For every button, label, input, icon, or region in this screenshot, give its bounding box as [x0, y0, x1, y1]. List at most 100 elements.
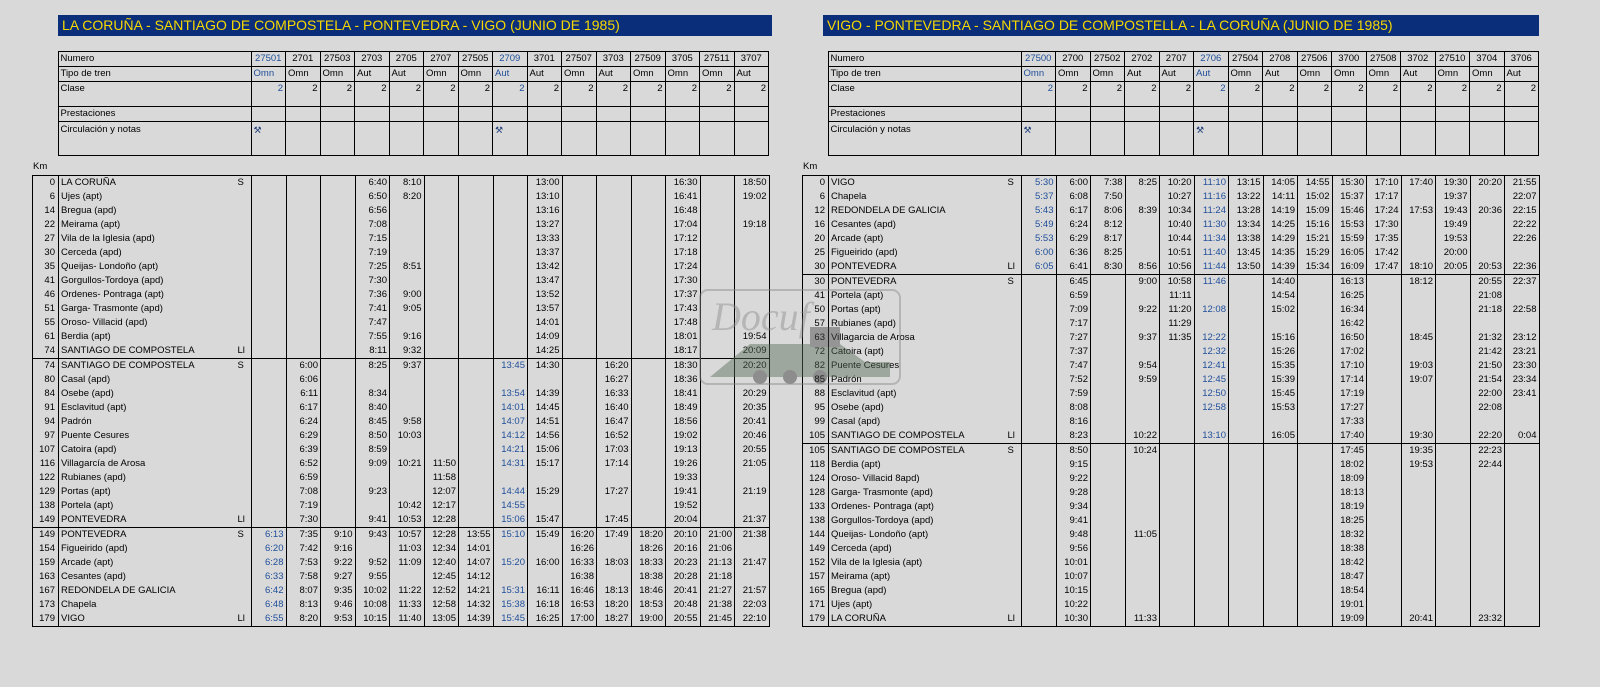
time-cell: 6:50 [354, 190, 390, 204]
empty-cell [457, 121, 494, 156]
time-cell: 17:30 [1366, 218, 1402, 232]
time-cell: 14:07 [458, 556, 494, 570]
empty-cell [1262, 106, 1298, 122]
time-cell: 16:34 [1331, 303, 1367, 317]
time-cell [1228, 486, 1264, 500]
time-cell [561, 373, 597, 387]
time-cell: 8:50 [354, 429, 390, 443]
time-cell: 7:17 [1055, 317, 1091, 331]
time-cell [630, 429, 666, 443]
time-cell [1400, 514, 1436, 528]
time-cell [1228, 472, 1264, 486]
stop-marker: S [235, 527, 252, 542]
time-cell [320, 218, 356, 232]
time-cell [1228, 303, 1264, 317]
train-type: Aut [1124, 66, 1160, 82]
time-cell [561, 443, 597, 457]
km-value: 144 [802, 528, 829, 542]
km-value: 133 [802, 500, 829, 514]
train-number: 2706 [1193, 51, 1229, 67]
time-cell [561, 499, 597, 513]
time-cell [1297, 429, 1333, 444]
time-cell [630, 274, 666, 288]
time-cell [1262, 556, 1298, 570]
station-row: 154 Figueirido (apd) 6:20 7:42 9:16 11:03 12:3… [32, 542, 770, 556]
time-cell [285, 218, 321, 232]
km-value: 25 [802, 246, 829, 260]
km-value: 85 [802, 373, 829, 387]
time-cell: 16:52 [596, 429, 632, 443]
empty-cell [630, 106, 666, 122]
time-cell: 17:04 [665, 218, 701, 232]
station-row: 16 Cesantes (apd) 5:49 6:24 8:12 10:40 11:30 13… [802, 218, 1540, 232]
stop-marker: Ll [1005, 260, 1022, 275]
time-cell [1021, 458, 1057, 472]
time-cell [1366, 500, 1402, 514]
time-cell: 21:13 [699, 556, 735, 570]
train-number: 27501 [250, 51, 287, 67]
station-name: Meirama (apt) [58, 218, 236, 232]
time-cell: 6:29 [285, 429, 321, 443]
time-cell [1159, 570, 1195, 584]
time-cell [1469, 570, 1505, 584]
time-cell: 11:40 [389, 612, 425, 627]
train-type: Aut [388, 66, 425, 82]
time-cell: 8:51 [389, 260, 425, 274]
time-cell [423, 175, 459, 190]
time-cell [320, 246, 356, 260]
time-cell [699, 330, 735, 344]
time-cell: 11:03 [389, 542, 425, 556]
time-cell [1193, 458, 1229, 472]
time-cell [423, 358, 459, 373]
tools-icon: ⚒ [250, 121, 287, 156]
time-cell [1159, 556, 1195, 570]
time-cell: 18:13 [1331, 486, 1367, 500]
time-cell: 13:05 [423, 612, 459, 627]
station-name: Portela (apt) [828, 289, 1006, 303]
time-cell: 7:37 [1055, 345, 1091, 359]
time-cell [1262, 598, 1298, 612]
time-cell [1124, 584, 1160, 598]
time-cell [1366, 303, 1402, 317]
time-cell: 14:09 [527, 330, 563, 344]
time-cell [1435, 500, 1471, 514]
time-cell: 8:12 [1090, 218, 1126, 232]
time-cell [285, 316, 321, 330]
time-cell [1021, 331, 1057, 345]
empty-cell [1331, 121, 1367, 156]
time-cell [320, 288, 356, 302]
time-cell: 16:47 [596, 415, 632, 429]
time-cell [1504, 317, 1540, 331]
station-name: VIGO [828, 175, 1006, 190]
empty-cell [1227, 121, 1264, 156]
time-cell: 17:37 [665, 288, 701, 302]
time-cell [251, 288, 287, 302]
time-cell: 20:09 [734, 344, 770, 359]
time-cell [1021, 415, 1057, 429]
empty-cell [354, 106, 390, 122]
time-cell [1124, 598, 1160, 612]
km-value: 154 [32, 542, 59, 556]
time-cell: 22:15 [1504, 204, 1540, 218]
time-cell [423, 415, 459, 429]
station-name: Portas (apt) [828, 303, 1006, 317]
station-name: LA CORUÑA [828, 612, 1006, 627]
time-cell [596, 499, 632, 513]
time-cell [423, 246, 459, 260]
station-name: Villagarcía de Arosa [58, 457, 236, 471]
time-cell [1021, 303, 1057, 317]
train-type: Aut [1193, 66, 1229, 82]
time-cell [423, 190, 459, 204]
station-name: Figueirido (apd) [828, 246, 1006, 260]
train-class: 2 [1365, 81, 1402, 107]
train-type: Omn [1296, 66, 1333, 82]
time-cell [630, 190, 666, 204]
time-cell: 14:25 [1262, 218, 1298, 232]
time-cell [1504, 598, 1540, 612]
empty-cell [1434, 121, 1471, 156]
time-cell [1090, 486, 1126, 500]
time-cell: 17:19 [1331, 387, 1367, 401]
time-cell [1366, 359, 1402, 373]
time-cell: 18:01 [665, 330, 701, 344]
time-cell [1090, 303, 1126, 317]
